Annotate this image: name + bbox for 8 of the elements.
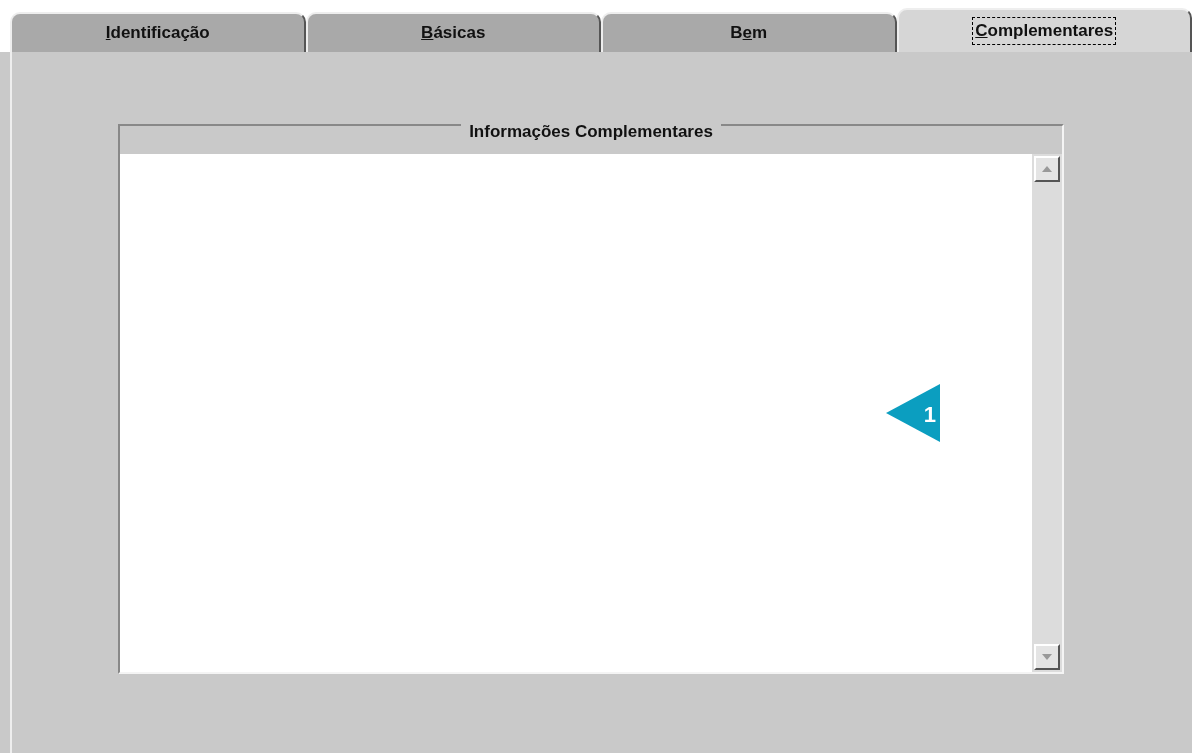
tab[interactable]: Identificação xyxy=(10,12,306,52)
scroll-up-icon[interactable] xyxy=(1034,156,1060,182)
tab[interactable]: Bem xyxy=(601,12,897,52)
callout-marker: 1 xyxy=(886,384,940,442)
tab[interactable]: Básicas xyxy=(305,12,601,52)
scrollbar[interactable] xyxy=(1032,154,1062,672)
tab[interactable]: Complementares xyxy=(896,8,1192,52)
scroll-down-icon[interactable] xyxy=(1034,644,1060,670)
